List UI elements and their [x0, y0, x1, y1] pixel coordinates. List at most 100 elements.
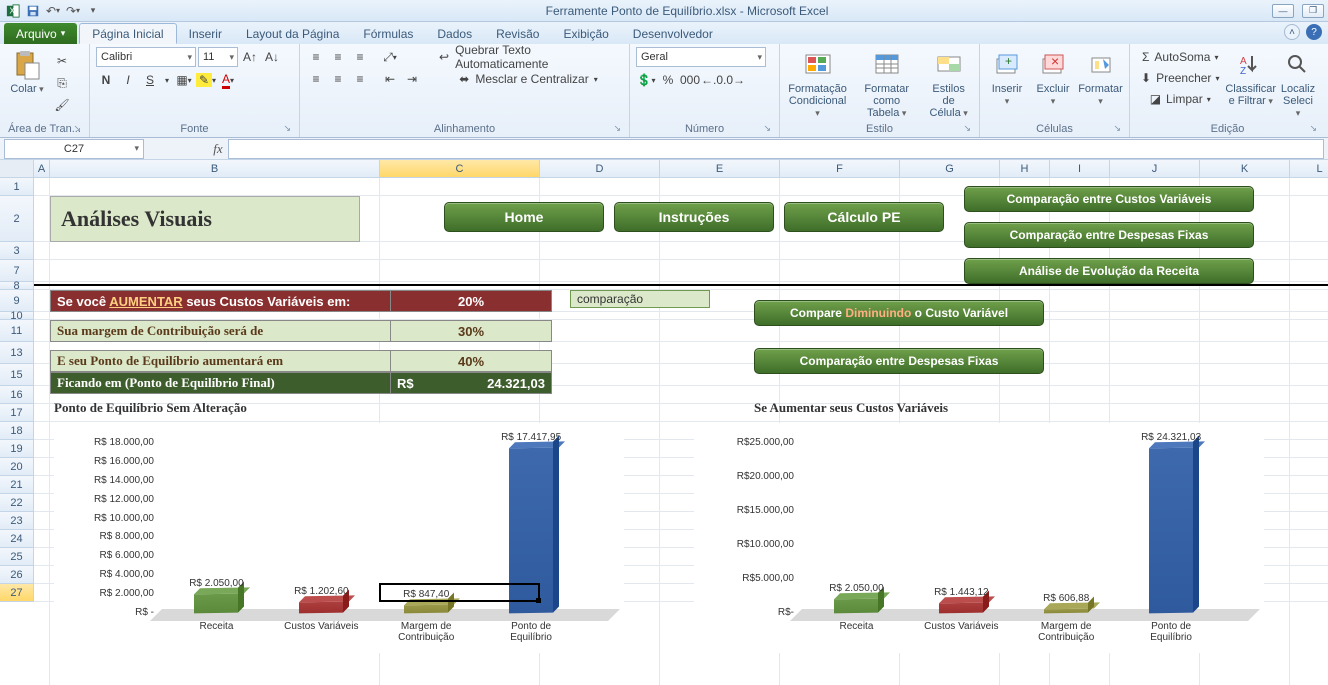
format-cells-button[interactable]: Formatar [1078, 47, 1123, 109]
tab-insert[interactable]: Inserir [177, 23, 234, 44]
row-header-19[interactable]: 19 [0, 440, 34, 458]
minimize-button[interactable]: — [1272, 4, 1294, 18]
row-header-21[interactable]: 21 [0, 476, 34, 494]
col-header-I[interactable]: I [1050, 160, 1110, 178]
underline-dropdown[interactable]: ▾ [162, 70, 172, 90]
row-header-27[interactable]: 27 [0, 584, 34, 602]
cells-area[interactable]: Análises Visuais Home Instruções Cálculo… [34, 178, 1328, 685]
qat-customize-icon[interactable]: ▾ [84, 2, 102, 20]
col-header-F[interactable]: F [780, 160, 900, 178]
worksheet[interactable]: ABCDEFGHIJKL 123789101113151617181920212… [0, 160, 1328, 685]
format-painter-icon[interactable]: 🖌 [52, 95, 72, 115]
row-header-24[interactable]: 24 [0, 530, 34, 548]
fill-button[interactable]: ⬇ Preencher▾ [1136, 68, 1224, 88]
help-icon[interactable]: ? [1306, 24, 1322, 40]
col-header-J[interactable]: J [1110, 160, 1200, 178]
tab-formulas[interactable]: Fórmulas [351, 23, 425, 44]
undo-icon[interactable]: ↶▾ [44, 2, 62, 20]
compare-diminuindo-button[interactable]: Compare Diminuindo o Custo VariávelCompa… [754, 300, 1044, 326]
col-header-E[interactable]: E [660, 160, 780, 178]
col-header-D[interactable]: D [540, 160, 660, 178]
save-icon[interactable] [24, 2, 42, 20]
underline-button[interactable]: S [140, 70, 160, 90]
row-header-26[interactable]: 26 [0, 566, 34, 584]
chart-right[interactable]: R$-R$5.000,00R$10.000,00R$15.000,00R$20.… [694, 423, 1264, 653]
col-header-C[interactable]: C [380, 160, 540, 178]
tab-data[interactable]: Dados [425, 23, 484, 44]
tab-file[interactable]: Arquivo▾ [4, 23, 77, 44]
insert-cells-button[interactable]: + Inserir [986, 47, 1028, 109]
format-as-table-button[interactable]: Formatar como Tabela [853, 47, 920, 121]
restore-button[interactable]: ❐ [1302, 4, 1324, 18]
row-header-8[interactable]: 8 [0, 282, 34, 290]
row-header-1[interactable]: 1 [0, 178, 34, 196]
tab-review[interactable]: Revisão [484, 23, 551, 44]
col-header-A[interactable]: A [34, 160, 50, 178]
number-format-select[interactable]: Geral [636, 47, 766, 67]
align-bottom-icon[interactable]: ≡ [350, 47, 370, 67]
sort-filter-button[interactable]: AZ Classificar e Filtrar [1228, 47, 1273, 109]
copy-icon[interactable]: ⎘ [52, 73, 72, 93]
align-left-icon[interactable]: ≡ [306, 69, 326, 89]
currency-button[interactable]: 💲▾ [636, 70, 656, 90]
row-header-16[interactable]: 16 [0, 386, 34, 404]
row-header-20[interactable]: 20 [0, 458, 34, 476]
row-headers[interactable]: 12378910111315161718192021222324252627 [0, 178, 34, 602]
font-color-button[interactable]: A▾ [218, 70, 238, 90]
decrease-font-icon[interactable]: A↓ [262, 47, 282, 67]
row-header-17[interactable]: 17 [0, 404, 34, 422]
minimize-ribbon-icon[interactable]: ˄ [1284, 24, 1300, 40]
nav-compare-df-button[interactable]: Comparação entre Despesas Fixas [964, 222, 1254, 248]
chart-left[interactable]: R$ -R$ 2.000,00R$ 4.000,00R$ 6.000,00R$ … [54, 423, 624, 653]
select-all-button[interactable] [0, 160, 34, 178]
col-header-B[interactable]: B [50, 160, 380, 178]
delete-cells-button[interactable]: × Excluir [1032, 47, 1074, 109]
row-header-3[interactable]: 3 [0, 242, 34, 260]
bold-button[interactable]: N [96, 70, 116, 90]
tab-page-layout[interactable]: Layout da Página [234, 23, 351, 44]
fill-color-button[interactable]: ✎▾ [196, 70, 216, 90]
wrap-text-button[interactable]: ↩ Quebrar Texto Automaticamente [434, 47, 623, 67]
col-header-H[interactable]: H [1000, 160, 1050, 178]
formula-input[interactable] [228, 139, 1324, 159]
row-header-22[interactable]: 22 [0, 494, 34, 512]
col-header-K[interactable]: K [1200, 160, 1290, 178]
align-right-icon[interactable]: ≡ [350, 69, 370, 89]
cell-styles-button[interactable]: Estilos de Célula [924, 47, 973, 121]
row-header-15[interactable]: 15 [0, 364, 34, 386]
decrease-decimal-icon[interactable]: .0→ [724, 70, 744, 90]
column-headers[interactable]: ABCDEFGHIJKL [34, 160, 1328, 178]
row-header-23[interactable]: 23 [0, 512, 34, 530]
row-header-13[interactable]: 13 [0, 342, 34, 364]
nav-calc-pe-button[interactable]: Cálculo PE [784, 202, 944, 232]
find-select-button[interactable]: Localiz Seleci [1277, 47, 1319, 121]
increase-decimal-icon[interactable]: ←.0 [702, 70, 722, 90]
orientation-icon[interactable]: ⤢▾ [380, 47, 400, 67]
name-box[interactable]: C27 [4, 139, 144, 159]
tab-view[interactable]: Exibição [551, 23, 620, 44]
comma-button[interactable]: 000 [680, 70, 700, 90]
row-header-11[interactable]: 11 [0, 320, 34, 342]
font-family-select[interactable]: Calibri [96, 47, 196, 67]
row-header-25[interactable]: 25 [0, 548, 34, 566]
align-middle-icon[interactable]: ≡ [328, 47, 348, 67]
percent-button[interactable]: % [658, 70, 678, 90]
autosum-button[interactable]: Σ AutoSoma▾ [1136, 47, 1224, 67]
nav-home-button[interactable]: Home [444, 202, 604, 232]
row-header-10[interactable]: 10 [0, 312, 34, 320]
fx-icon[interactable]: fx [208, 141, 228, 157]
clear-button[interactable]: ◪ Limpar▾ [1136, 89, 1224, 109]
redo-icon[interactable]: ↷▾ [64, 2, 82, 20]
align-top-icon[interactable]: ≡ [306, 47, 326, 67]
increase-indent-icon[interactable]: ⇥ [402, 69, 422, 89]
increase-font-icon[interactable]: A↑ [240, 47, 260, 67]
decrease-indent-icon[interactable]: ⇤ [380, 69, 400, 89]
merge-center-button[interactable]: ⬌ Mesclar e Centralizar ▾ [434, 69, 623, 89]
italic-button[interactable]: I [118, 70, 138, 90]
font-size-select[interactable]: 11 [198, 47, 238, 67]
nav-instructions-button[interactable]: Instruções [614, 202, 774, 232]
align-center-icon[interactable]: ≡ [328, 69, 348, 89]
row-header-2[interactable]: 2 [0, 196, 34, 242]
nav-compare-cv-button[interactable]: Comparação entre Custos Variáveis [964, 186, 1254, 212]
nav-evolution-button[interactable]: Análise de Evolução da Receita [964, 258, 1254, 284]
